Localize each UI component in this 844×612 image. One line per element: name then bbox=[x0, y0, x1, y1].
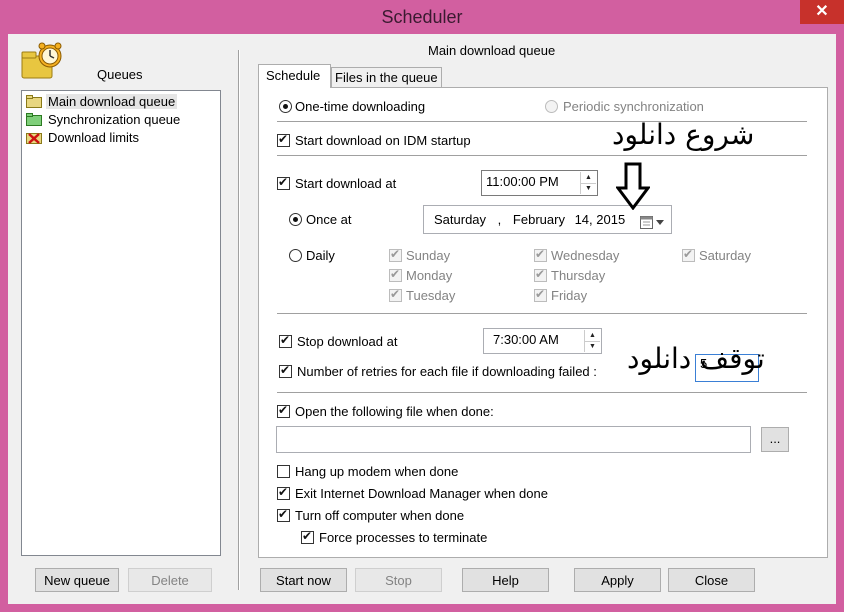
turn-off-label: Turn off computer when done bbox=[295, 508, 465, 523]
once-at-radio[interactable] bbox=[289, 213, 302, 226]
stop-time-value: 7:30:00 AM bbox=[493, 332, 559, 347]
date-day-year: 14, 2015 bbox=[574, 212, 626, 227]
queues-heading: Queues bbox=[97, 67, 143, 82]
day-checkbox-saturday[interactable] bbox=[682, 247, 695, 262]
day-checkbox-monday[interactable] bbox=[389, 267, 402, 282]
day-label: Saturday bbox=[699, 248, 752, 263]
daily-radio[interactable] bbox=[289, 249, 302, 262]
day-label: Friday bbox=[551, 288, 588, 303]
queue-item-limits[interactable]: Download limits bbox=[24, 129, 204, 147]
retries-label: Number of retries for each file if downl… bbox=[297, 364, 597, 379]
panel-separator bbox=[238, 50, 240, 590]
date-weekday: Saturday bbox=[434, 212, 487, 227]
sync-folder-icon bbox=[26, 113, 42, 126]
title-bar[interactable]: Scheduler ✕ bbox=[0, 0, 844, 34]
browse-button[interactable]: ... bbox=[761, 427, 789, 452]
queue-name-heading: Main download queue bbox=[428, 43, 556, 58]
apply-button[interactable]: Apply bbox=[574, 568, 661, 592]
tab-label: Files in the queue bbox=[335, 70, 438, 85]
window-title: Scheduler bbox=[381, 7, 463, 27]
one-time-label: One-time downloading bbox=[295, 99, 426, 114]
folder-icon bbox=[26, 95, 42, 108]
stop-button[interactable]: Stop bbox=[355, 568, 442, 592]
force-terminate-checkbox[interactable] bbox=[301, 529, 314, 544]
day-checkbox-friday[interactable] bbox=[534, 287, 547, 302]
day-label: Sunday bbox=[406, 248, 451, 263]
date-separator: , bbox=[497, 212, 502, 227]
delete-queue-button[interactable]: Delete bbox=[128, 568, 212, 592]
start-time-spinner[interactable]: ▲ ▼ bbox=[580, 172, 596, 194]
tab-files-in-queue[interactable]: Files in the queue bbox=[331, 67, 442, 88]
exit-idm-checkbox[interactable] bbox=[277, 485, 290, 500]
day-checkbox-tuesday[interactable] bbox=[389, 287, 402, 302]
close-window-button[interactable]: ✕ bbox=[800, 0, 844, 24]
calendar-dropdown-icon[interactable] bbox=[640, 212, 668, 229]
open-file-label: Open the following file when done: bbox=[295, 404, 494, 419]
hangup-label: Hang up modem when done bbox=[295, 464, 459, 479]
periodic-radio[interactable] bbox=[545, 100, 558, 113]
date-month: February bbox=[512, 212, 565, 227]
start-annotation-text: شروع دانلود bbox=[612, 118, 755, 151]
new-queue-button[interactable]: New queue bbox=[35, 568, 119, 592]
start-on-startup-checkbox[interactable] bbox=[277, 132, 290, 147]
day-label: Monday bbox=[406, 268, 453, 283]
divider bbox=[277, 155, 807, 157]
force-terminate-label: Force processes to terminate bbox=[319, 530, 488, 545]
spin-down-icon[interactable]: ▼ bbox=[581, 183, 596, 194]
stop-time-input[interactable]: 7:30:00 AM ▲ ▼ bbox=[483, 328, 602, 354]
schedule-tab-panel: One-time downloading Periodic synchroniz… bbox=[258, 87, 828, 558]
retries-checkbox[interactable] bbox=[279, 363, 292, 378]
spin-down-icon[interactable]: ▼ bbox=[585, 341, 600, 352]
divider bbox=[277, 313, 807, 315]
start-time-input[interactable]: 11:00:00 PM ▲ ▼ bbox=[481, 170, 598, 196]
queue-item-label: Download limits bbox=[48, 130, 140, 145]
close-button[interactable]: Close bbox=[668, 568, 755, 592]
scheduler-window: Scheduler ✕ Queues Main download queue S… bbox=[0, 0, 844, 612]
start-at-label: Start download at bbox=[295, 176, 397, 191]
day-label: Tuesday bbox=[406, 288, 456, 303]
once-at-label: Once at bbox=[306, 212, 352, 227]
down-arrow-annotation-icon bbox=[615, 162, 651, 211]
dialog-client-area: Queues Main download queue Synchronizati… bbox=[8, 34, 836, 604]
turn-off-checkbox[interactable] bbox=[277, 507, 290, 522]
queue-item-label: Synchronization queue bbox=[48, 112, 181, 127]
limit-icon bbox=[26, 131, 42, 144]
divider bbox=[277, 392, 807, 394]
queue-item-sync[interactable]: Synchronization queue bbox=[24, 111, 204, 129]
open-file-checkbox[interactable] bbox=[277, 403, 290, 418]
queue-item-label: Main download queue bbox=[46, 94, 178, 109]
periodic-label: Periodic synchronization bbox=[563, 99, 704, 114]
hangup-checkbox[interactable] bbox=[277, 465, 290, 478]
day-label: Thursday bbox=[551, 268, 606, 283]
day-label: Wednesday bbox=[551, 248, 620, 263]
day-checkbox-wednesday[interactable] bbox=[534, 247, 547, 262]
help-button[interactable]: Help bbox=[462, 568, 549, 592]
stop-annotation-text: توقف دانلود bbox=[627, 342, 765, 375]
tab-schedule[interactable]: Schedule bbox=[258, 64, 331, 88]
start-time-value: 11:00:00 PM bbox=[486, 174, 559, 189]
stop-time-spinner[interactable]: ▲ ▼ bbox=[584, 330, 600, 352]
one-time-radio[interactable] bbox=[279, 100, 292, 113]
queue-item-main[interactable]: Main download queue bbox=[24, 93, 178, 111]
tab-label: Schedule bbox=[266, 68, 321, 83]
daily-label: Daily bbox=[306, 248, 335, 263]
start-on-startup-label: Start download on IDM startup bbox=[295, 133, 471, 148]
day-checkbox-thursday[interactable] bbox=[534, 267, 547, 282]
stop-at-checkbox[interactable] bbox=[279, 333, 292, 348]
start-now-button[interactable]: Start now bbox=[260, 568, 347, 592]
start-at-checkbox[interactable] bbox=[277, 175, 290, 190]
queue-list[interactable]: Main download queue Synchronization queu… bbox=[21, 90, 221, 556]
day-checkbox-sunday[interactable] bbox=[389, 247, 402, 262]
stop-at-label: Stop download at bbox=[297, 334, 398, 349]
exit-idm-label: Exit Internet Download Manager when done bbox=[295, 486, 548, 501]
queues-logo-icon bbox=[20, 42, 64, 82]
open-file-input[interactable] bbox=[276, 426, 751, 453]
